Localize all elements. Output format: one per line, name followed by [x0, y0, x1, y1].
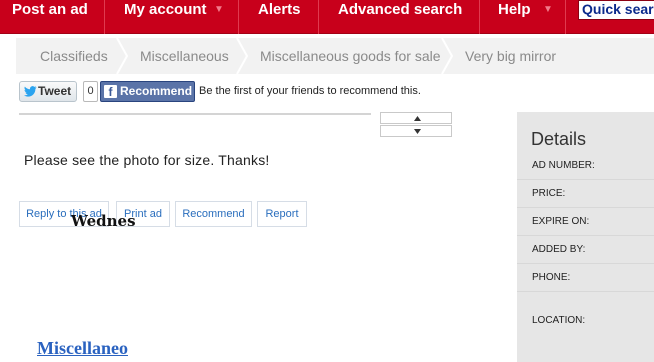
share-count: 0	[83, 81, 98, 102]
recommend-label: Recommend	[120, 84, 193, 98]
nav-divider	[104, 0, 105, 34]
expire-value: Wednes	[71, 212, 136, 230]
phone-label: PHONE:	[532, 272, 571, 283]
nav-divider	[479, 0, 480, 34]
expire-label: EXPIRE ON:	[532, 216, 590, 227]
price-label: PRICE:	[532, 188, 566, 199]
chevron-down-icon[interactable]: ▼	[543, 4, 553, 15]
location-label: LOCATION:	[532, 315, 586, 326]
ad-description: Please see the photo for size. Thanks!	[24, 152, 270, 168]
location-link[interactable]: Miscellaneo	[37, 338, 128, 359]
breadcrumb-item-miscellaneous[interactable]: Miscellaneous	[140, 38, 229, 74]
nav-divider	[238, 0, 239, 34]
nav-help[interactable]: Help	[498, 0, 531, 34]
recommend-prompt-text: Be the first of your friends to recommen…	[199, 85, 421, 97]
breadcrumb-arrow-icon	[441, 38, 453, 74]
breadcrumb-arrow-icon	[116, 38, 128, 74]
report-button[interactable]: Report	[257, 201, 307, 227]
content-divider	[19, 113, 371, 115]
nav-advanced-search[interactable]: Advanced search	[338, 0, 462, 34]
row-divider	[517, 263, 654, 264]
quick-search-button[interactable]: Quick search	[578, 0, 654, 20]
breadcrumb: Classifieds Miscellaneous Miscellaneous …	[16, 38, 654, 74]
nav-post-ad[interactable]: Post an ad	[12, 0, 88, 34]
chevron-down-icon[interactable]: ▼	[214, 4, 224, 15]
arrow-up-icon	[414, 116, 421, 121]
row-divider	[517, 179, 654, 180]
breadcrumb-item-current: Very big mirror	[465, 48, 557, 64]
facebook-icon: f	[104, 85, 117, 99]
added-by-label: ADDED BY:	[532, 244, 586, 255]
row-divider	[517, 291, 654, 292]
scroll-down-button[interactable]	[380, 125, 452, 137]
tweet-button[interactable]: Tweet	[19, 81, 77, 102]
tweet-label: Tweet	[38, 84, 72, 98]
nav-alerts[interactable]: Alerts	[258, 0, 301, 34]
ad-number-label: AD NUMBER:	[532, 160, 595, 171]
breadcrumb-item-goods-for-sale[interactable]: Miscellaneous goods for sale	[260, 38, 441, 74]
breadcrumb-item-classifieds[interactable]: Classifieds	[40, 38, 108, 74]
top-nav: Post an ad My account ▼ Alerts Advanced …	[0, 0, 654, 34]
details-panel: Details AD NUMBER: PRICE: EXPIRE ON: ADD…	[517, 112, 654, 362]
recommend-button[interactable]: Recommend	[175, 201, 252, 227]
facebook-recommend-button[interactable]: f Recommend	[100, 81, 195, 102]
row-divider	[517, 235, 654, 236]
arrow-down-icon	[414, 129, 421, 134]
row-divider	[517, 207, 654, 208]
nav-my-account[interactable]: My account	[124, 0, 207, 34]
nav-divider	[318, 0, 319, 34]
scroll-up-button[interactable]	[380, 112, 452, 124]
twitter-bird-icon	[24, 86, 37, 97]
details-title: Details	[531, 129, 587, 149]
nav-divider	[565, 0, 566, 34]
breadcrumb-arrow-icon	[236, 38, 248, 74]
